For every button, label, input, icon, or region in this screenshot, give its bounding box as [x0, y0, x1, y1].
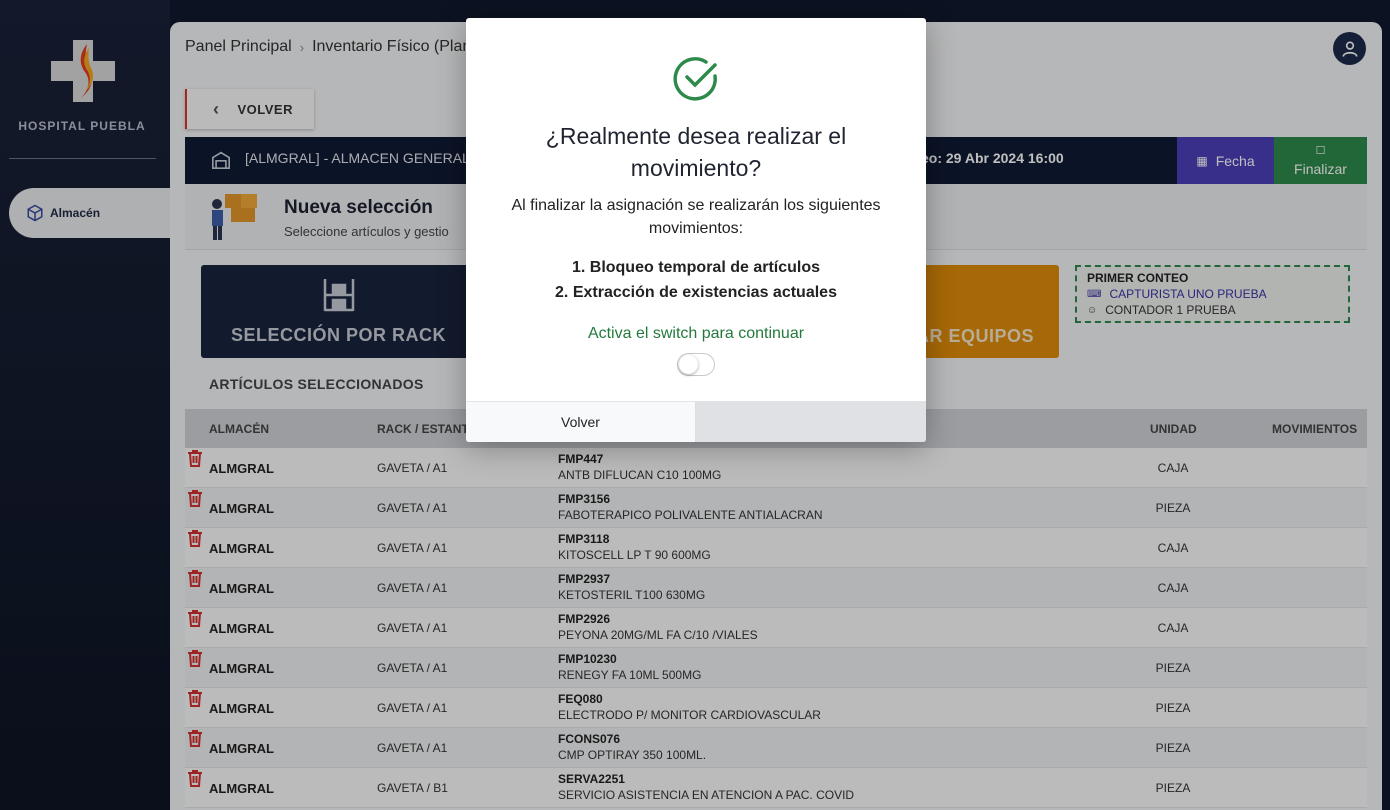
switch-knob	[679, 355, 698, 374]
dialog-question: ¿Realmente desea realizar el movimiento?	[545, 123, 847, 181]
dialog-footer: Volver	[466, 401, 926, 442]
dialog-steps: 1. Bloqueo temporal de artículos 2. Extr…	[496, 255, 896, 305]
dialog-step: 2. Extracción de existencias actuales	[555, 284, 837, 301]
confirm-switch[interactable]	[677, 353, 715, 376]
check-circle-icon	[673, 57, 717, 101]
dialog-step: 1. Bloqueo temporal de artículos	[571, 259, 821, 276]
confirm-dialog: ¿Realmente desea realizar el movimiento?…	[466, 18, 926, 442]
switch-label: Activa el switch para continuar	[587, 325, 805, 342]
dialog-description: Al finalizar la asignación se realizarán…	[511, 197, 881, 237]
volver-button[interactable]: Volver	[466, 401, 696, 442]
continue-button[interactable]	[696, 401, 926, 442]
